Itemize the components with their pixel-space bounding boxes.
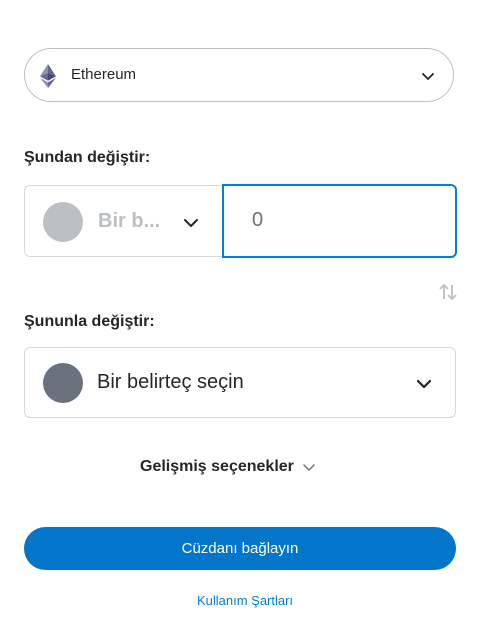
terms-of-use-link[interactable]: Kullanım Şartları bbox=[0, 593, 490, 608]
swap-from-label: Şundan değiştir: bbox=[24, 149, 151, 166]
token-placeholder-icon bbox=[43, 363, 83, 403]
network-name: Ethereum bbox=[71, 66, 137, 83]
advanced-options-label: Gelişmiş seçenekler bbox=[140, 458, 294, 475]
chevron-down-icon bbox=[303, 464, 315, 471]
to-token-placeholder: Bir belirteç seçin bbox=[97, 371, 244, 393]
token-placeholder-icon bbox=[43, 202, 83, 242]
chevron-down-icon bbox=[184, 219, 198, 227]
ethereum-icon bbox=[40, 64, 56, 88]
connect-wallet-button[interactable]: Cüzdanı bağlayın bbox=[24, 527, 456, 570]
from-token-placeholder: Bir b... bbox=[98, 210, 161, 232]
network-selector[interactable]: Ethereum bbox=[24, 48, 454, 102]
advanced-options-toggle[interactable]: Gelişmiş seçenekler bbox=[140, 458, 316, 476]
from-token-selector[interactable]: Bir b... bbox=[24, 185, 224, 257]
to-token-selector[interactable]: Bir belirteç seçin bbox=[24, 347, 456, 418]
chevron-down-icon bbox=[422, 73, 434, 80]
swap-direction-icon[interactable] bbox=[438, 282, 458, 302]
chevron-down-icon bbox=[416, 379, 432, 389]
amount-input[interactable]: 0 bbox=[222, 184, 457, 258]
amount-value: 0 bbox=[252, 209, 264, 231]
swap-to-label: Şununla değiştir: bbox=[24, 313, 155, 330]
